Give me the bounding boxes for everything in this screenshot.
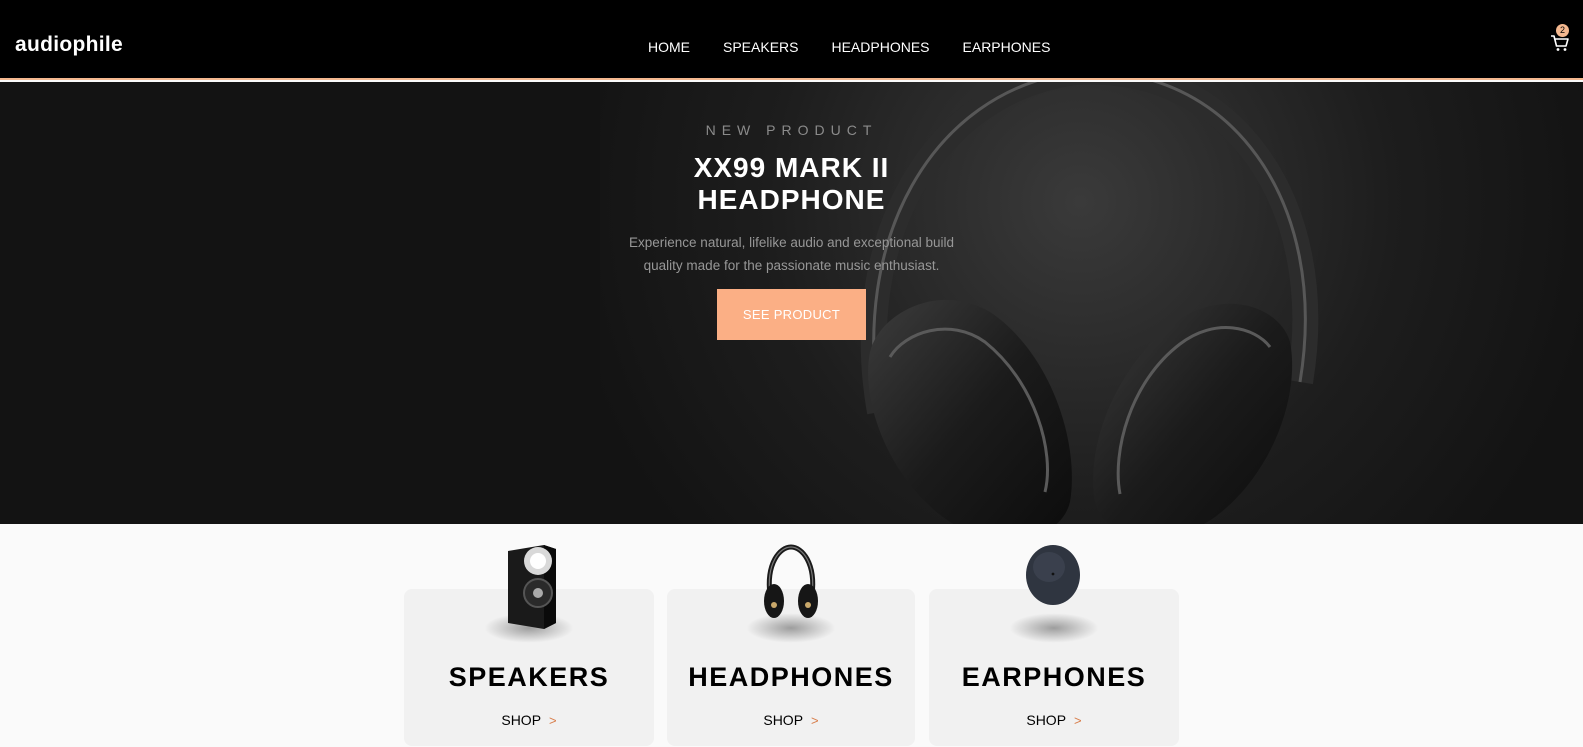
logo[interactable]: audiophile [15, 33, 123, 57]
hero-description-line2: quality made for the passionate music en… [643, 258, 940, 273]
earphones-case-image [1026, 545, 1080, 605]
category-card-earphones[interactable]: EARPHONES SHOP > [929, 545, 1179, 746]
speaker-image [508, 545, 556, 629]
hero-title-line1: XX99 MARK II [693, 152, 890, 183]
hero-title-line2: HEADPHONE [697, 184, 886, 215]
shop-link[interactable]: SHOP > [404, 712, 654, 728]
shop-link[interactable]: SHOP > [667, 712, 915, 728]
nav-earphones-link[interactable]: EARPHONES [963, 39, 1051, 55]
site-header: audiophile HOME SPEAKERS HEADPHONES EARP… [0, 0, 1583, 80]
category-card-headphones[interactable]: HEADPHONES SHOP > [667, 544, 915, 746]
arrow-right-icon: > [549, 713, 557, 728]
shop-link-label: SHOP [763, 712, 804, 728]
shop-link-label: SHOP [501, 712, 542, 728]
nav-headphones-link[interactable]: HEADPHONES [831, 39, 929, 55]
categories-section: SPEAKERS SHOP > HEADPHONES SHOP > EARPHONE… [0, 524, 1583, 747]
arrow-right-icon: > [1074, 713, 1082, 728]
hero-overline: NEW PRODUCT [705, 122, 878, 138]
category-title: HEADPHONES [688, 662, 894, 692]
category-title: EARPHONES [961, 662, 1147, 692]
hero-title: XX99 MARK II HEADPHONE [0, 152, 1583, 216]
see-product-button[interactable]: SEE PRODUCT [717, 289, 866, 340]
category-card-speakers[interactable]: SPEAKERS SHOP > [404, 545, 654, 746]
arrow-right-icon: > [811, 713, 819, 728]
hero-description: Experience natural, lifelike audio and e… [616, 231, 967, 277]
nav-home-link[interactable]: HOME [648, 39, 690, 55]
headphones-image [764, 544, 818, 618]
nav-speakers-link[interactable]: SPEAKERS [723, 39, 798, 55]
cart-count-badge: 2 [1556, 24, 1569, 37]
main-nav: HOME SPEAKERS HEADPHONES EARPHONES [648, 39, 1050, 55]
image-shadow [1009, 613, 1099, 643]
shop-link[interactable]: SHOP > [929, 712, 1179, 728]
shop-link-label: SHOP [1026, 712, 1067, 728]
hero-section: NEW PRODUCT XX99 MARK II HEADPHONE Exper… [0, 82, 1583, 524]
hero-description-line1: Experience natural, lifelike audio and e… [629, 235, 954, 250]
category-title: SPEAKERS [448, 662, 610, 692]
